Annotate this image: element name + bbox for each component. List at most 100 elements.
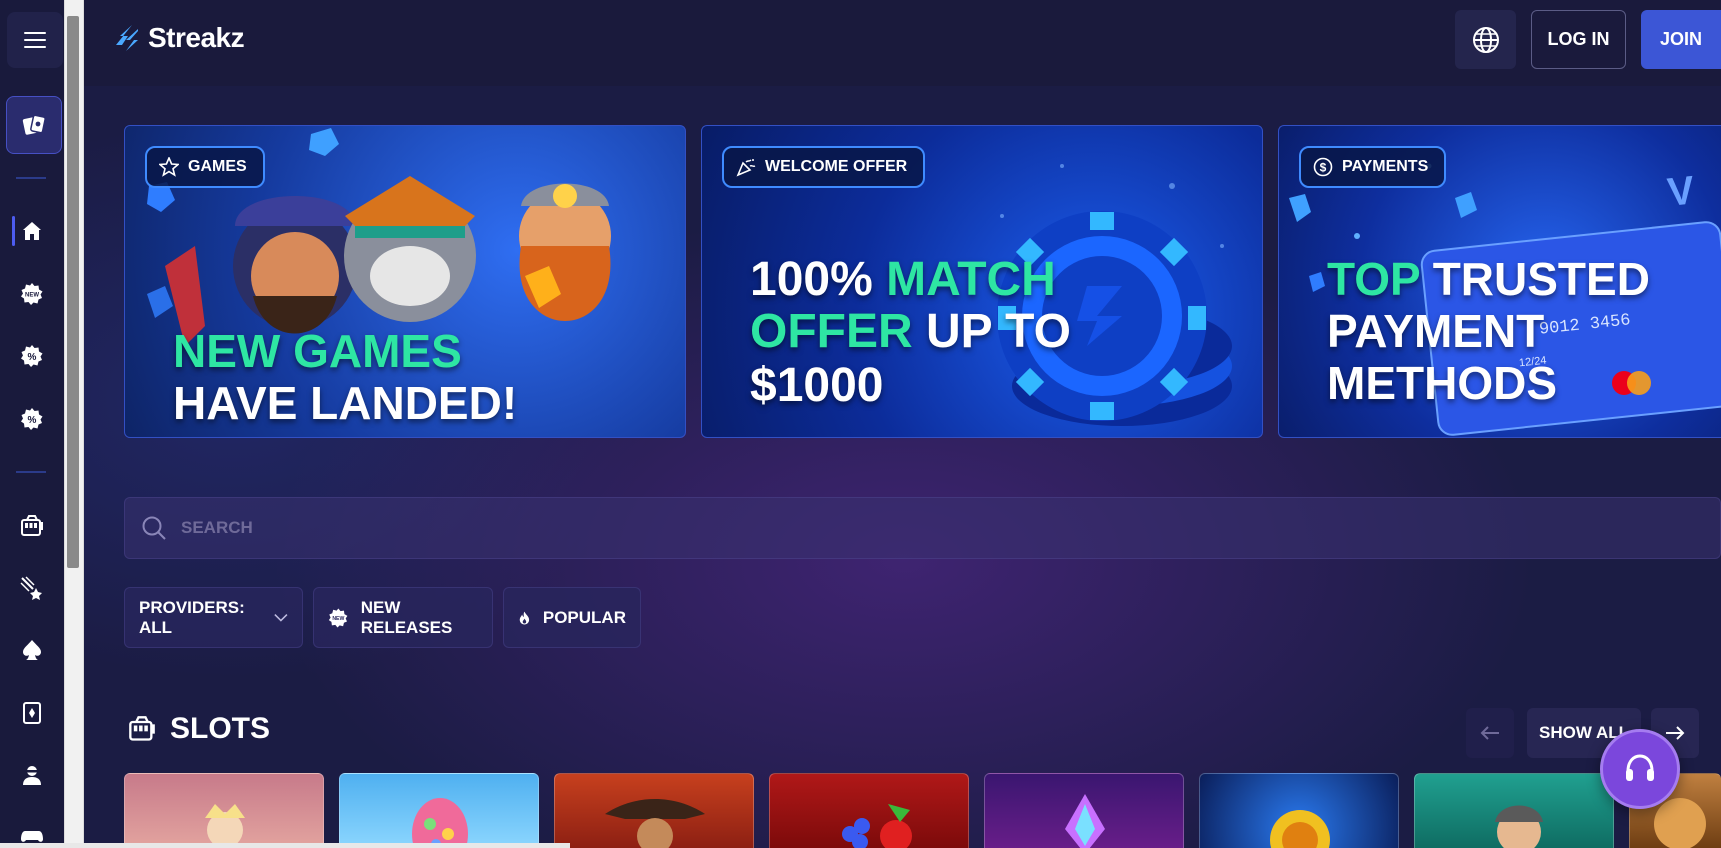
search-icon [142,516,166,540]
nav-bonuses[interactable]: % [18,405,46,433]
game-tile[interactable] [339,773,539,848]
horizontal-scrollbar[interactable] [0,843,570,848]
slots-title: SLOTS [170,712,271,745]
globe-icon [1472,26,1499,53]
banner-games[interactable]: GAMES NEW GAMES HAVE LANDED! [124,125,686,438]
game-thumbnail [605,799,705,848]
providers-dropdown[interactable]: PROVIDERS: ALL [124,587,303,648]
logo-text: Streakz [148,22,245,53]
game-tile[interactable] [1199,773,1399,848]
banner-tag-label: WELCOME OFFER [765,158,908,175]
new-releases-label: NEW RELEASES [360,597,453,637]
arrow-right-icon [1666,726,1685,740]
search-bar[interactable] [124,497,1721,559]
arrow-left-icon [1480,726,1499,740]
top-header: Streakz LOG IN JOIN [84,0,1721,86]
svg-text:V: V [1665,168,1696,215]
headline-part: OFFER [750,305,913,358]
nav-live-casino[interactable] [18,761,46,789]
game-tile[interactable] [554,773,754,848]
svg-text:%: % [28,415,37,426]
headset-icon [1626,754,1654,781]
nav-new[interactable]: NEW [18,280,46,308]
game-tile[interactable] [124,773,324,848]
game-tile[interactable] [984,773,1184,848]
home-icon [23,222,41,240]
scrollbar-thumb[interactable] [67,16,79,568]
join-button[interactable]: JOIN [1641,10,1721,69]
playing-card-icon [23,702,41,724]
nav-crash[interactable] [18,574,46,602]
cards-icon [22,114,46,135]
nav-card-games[interactable] [18,699,46,727]
svg-text:$: $ [1320,161,1327,175]
banner-welcome-offer[interactable]: WELCOME OFFER 100% MATCH OFFER UP TO $10… [701,125,1263,438]
headline-part: TOP [1327,253,1420,305]
headline-part: 100% [750,253,873,306]
headline-line-2: PAYMENT [1327,305,1545,357]
banner-headline: 100% MATCH OFFER UP TO $1000 [750,256,1071,410]
game-thumbnail [1495,805,1543,848]
casino-nav-button[interactable] [6,96,62,154]
headline-line-1: NEW GAMES [173,325,462,377]
percent-icon: % [21,345,43,367]
headline-part: TRUSTED [1432,253,1650,305]
svg-text:NEW: NEW [25,293,39,299]
search-input[interactable] [181,518,1581,538]
headline-line-2: HAVE LANDED! [173,377,518,429]
spade-icon [23,640,41,660]
slots-prev-button[interactable] [1466,708,1514,758]
banner-tag: GAMES [145,146,265,188]
popular-filter[interactable]: POPULAR [503,587,641,648]
nav-promotions[interactable]: % [18,342,46,370]
shooting-star-icon [20,576,42,600]
active-indicator [12,216,15,246]
game-thumbnail [412,798,468,848]
banner-tag-label: PAYMENTS [1342,158,1429,175]
support-chat-button[interactable] [1600,729,1680,809]
svg-text:NEW: NEW [332,616,344,622]
percent-icon: % [21,408,43,430]
dealer-icon [23,766,41,785]
headline-line-3: $1000 [750,359,884,412]
slots-heading: SLOTS [128,712,270,746]
banner-headline: NEW GAMES HAVE LANDED! [173,328,517,426]
banner-headline: TOP TRUSTED PAYMENT METHODS [1327,256,1650,406]
new-badge-icon: NEW [328,608,348,627]
providers-label: PROVIDERS: ALL [139,597,245,637]
streakz-logo-icon [116,25,138,51]
game-thumbnail [1065,794,1105,848]
banner-payments[interactable]: V $ PAYMENTS 9012 3456 12/24 TOP TRUSTED… [1278,125,1721,438]
popular-label: POPULAR [542,607,626,627]
party-popper-icon [736,159,756,177]
game-thumbnail [842,804,912,848]
headline-part: MATCH [886,253,1056,306]
slot-machine-icon [129,716,155,741]
nav-table-games[interactable] [18,636,46,664]
left-rail: NEW % % [0,0,64,848]
new-releases-filter[interactable]: NEW NEW RELEASES [313,587,493,648]
chevron-down-icon [274,613,288,622]
fire-icon [519,611,530,624]
main-content: Streakz LOG IN JOIN GAMES NEW GAMES HAVE… [84,0,1721,848]
game-thumbnail [205,804,245,848]
menu-button[interactable] [7,12,63,68]
star-icon [159,157,179,177]
language-button[interactable] [1455,10,1516,69]
game-tile[interactable] [769,773,969,848]
nav-slots[interactable] [18,512,46,540]
new-badge-icon: NEW [21,283,43,305]
banner-tag-label: GAMES [188,158,247,175]
login-button[interactable]: LOG IN [1531,10,1626,69]
logo[interactable]: Streakz [114,22,245,54]
game-thumbnail [1270,810,1330,848]
headline-part: UP TO [926,305,1071,358]
dollar-coin-icon: $ [1313,157,1333,177]
headline-line-3: METHODS [1327,357,1557,409]
menu-icon [24,32,46,34]
banner-tag: $ PAYMENTS [1299,146,1447,188]
game-tile[interactable] [1414,773,1614,848]
slot-machine-icon [21,515,43,536]
nav-home[interactable] [18,217,46,245]
svg-text:%: % [28,352,37,363]
